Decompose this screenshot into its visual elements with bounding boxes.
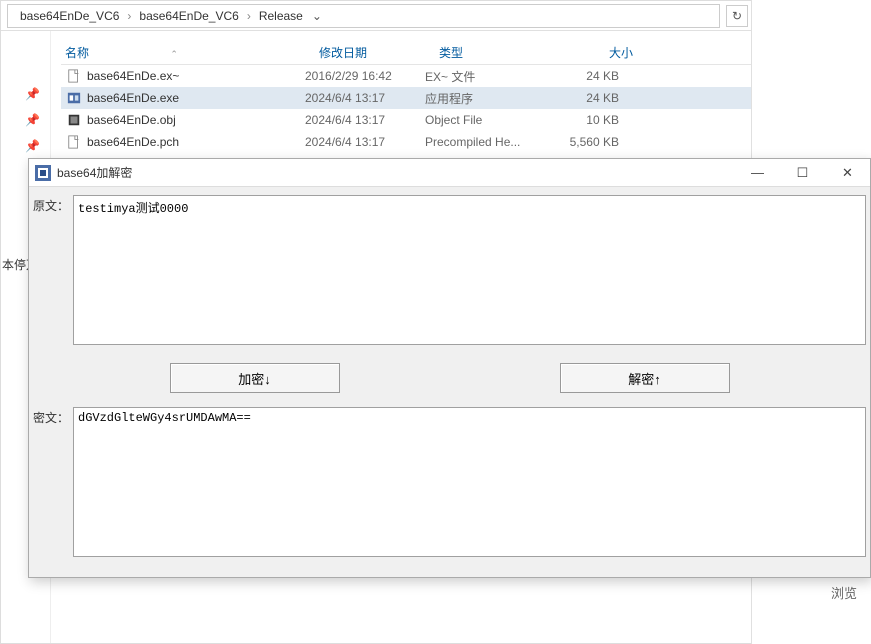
window-controls: — ☐ ✕ (735, 159, 870, 187)
browse-button[interactable]: 浏览 (831, 583, 857, 602)
file-name: base64EnDe.obj (87, 113, 176, 127)
col-header-size[interactable]: 大小 (559, 44, 649, 61)
dialog-title: base64加解密 (57, 164, 735, 181)
pin-icon[interactable]: 📌 (1, 107, 50, 133)
file-date: 2024/6/4 13:17 (305, 135, 425, 149)
decrypt-button[interactable]: 解密↑ (560, 363, 730, 393)
breadcrumb-sep-icon: › (125, 9, 133, 23)
file-size: 24 KB (545, 69, 635, 83)
base64-dialog: base64加解密 — ☐ ✕ 原文： 加密↓ 解密↑ 密文： (28, 158, 871, 578)
col-header-type[interactable]: 类型 (439, 44, 559, 61)
file-date: 2024/6/4 13:17 (305, 91, 425, 105)
cipher-field-row: 密文： (33, 407, 866, 557)
file-name: base64EnDe.ex~ (87, 69, 179, 83)
file-size: 10 KB (545, 113, 635, 127)
file-icon (65, 113, 83, 127)
minimize-button[interactable]: — (735, 159, 780, 187)
encrypt-button[interactable]: 加密↓ (170, 363, 340, 393)
file-icon (65, 91, 83, 105)
file-type: EX~ 文件 (425, 68, 545, 85)
file-type: 应用程序 (425, 90, 545, 107)
plain-field-row: 原文： (33, 195, 866, 345)
plain-textarea[interactable] (73, 195, 866, 345)
file-date: 2024/6/4 13:17 (305, 113, 425, 127)
breadcrumb-item-1[interactable]: base64EnDe_VC6 (133, 9, 244, 23)
file-row[interactable]: base64EnDe.exe 2024/6/4 13:17应用程序24 KB (61, 87, 860, 109)
breadcrumb[interactable]: base64EnDe_VC6 › base64EnDe_VC6 › Releas… (7, 4, 720, 28)
chevron-down-icon[interactable]: ⌄ (309, 9, 325, 23)
maximize-button[interactable]: ☐ (780, 159, 825, 187)
file-date: 2016/2/29 16:42 (305, 69, 425, 83)
col-header-name-label: 名称 (65, 46, 89, 60)
file-size: 5,560 KB (545, 135, 635, 149)
file-name: base64EnDe.pch (87, 135, 179, 149)
file-row[interactable]: base64EnDe.ex~ 2016/2/29 16:42EX~ 文件24 KB (61, 65, 860, 87)
file-name: base64EnDe.exe (87, 91, 179, 105)
file-type: Object File (425, 113, 545, 127)
pin-icon[interactable]: 📌 (1, 81, 50, 107)
plain-label: 原文： (33, 195, 73, 214)
cipher-label: 密文： (33, 407, 73, 426)
button-row: 加密↓ 解密↑ (33, 349, 866, 407)
dialog-titlebar[interactable]: base64加解密 — ☐ ✕ (29, 159, 870, 187)
file-size: 24 KB (545, 91, 635, 105)
sort-asc-icon: ⌃ (170, 49, 178, 59)
dialog-body: 原文： 加密↓ 解密↑ 密文： (29, 187, 870, 577)
file-list-header: 名称 ⌃ 修改日期 类型 大小 (61, 41, 860, 65)
breadcrumb-sep-icon: › (245, 9, 253, 23)
breadcrumb-item-0[interactable]: base64EnDe_VC6 (14, 9, 125, 23)
col-header-name[interactable]: 名称 ⌃ (61, 44, 319, 61)
file-type: Precompiled He... (425, 135, 545, 149)
col-header-date[interactable]: 修改日期 (319, 44, 439, 61)
file-icon (65, 135, 83, 149)
explorer-header: base64EnDe_VC6 › base64EnDe_VC6 › Releas… (1, 1, 870, 31)
close-button[interactable]: ✕ (825, 159, 870, 187)
pin-icon[interactable]: 📌 (1, 133, 50, 159)
breadcrumb-item-2[interactable]: Release (253, 9, 309, 23)
cipher-textarea[interactable] (73, 407, 866, 557)
app-icon (35, 165, 51, 181)
file-row[interactable]: base64EnDe.obj 2024/6/4 13:17Object File1… (61, 109, 860, 131)
refresh-button[interactable]: ↻ (726, 5, 748, 27)
file-row[interactable]: base64EnDe.pch 2024/6/4 13:17Precompiled … (61, 131, 860, 153)
file-icon (65, 69, 83, 83)
